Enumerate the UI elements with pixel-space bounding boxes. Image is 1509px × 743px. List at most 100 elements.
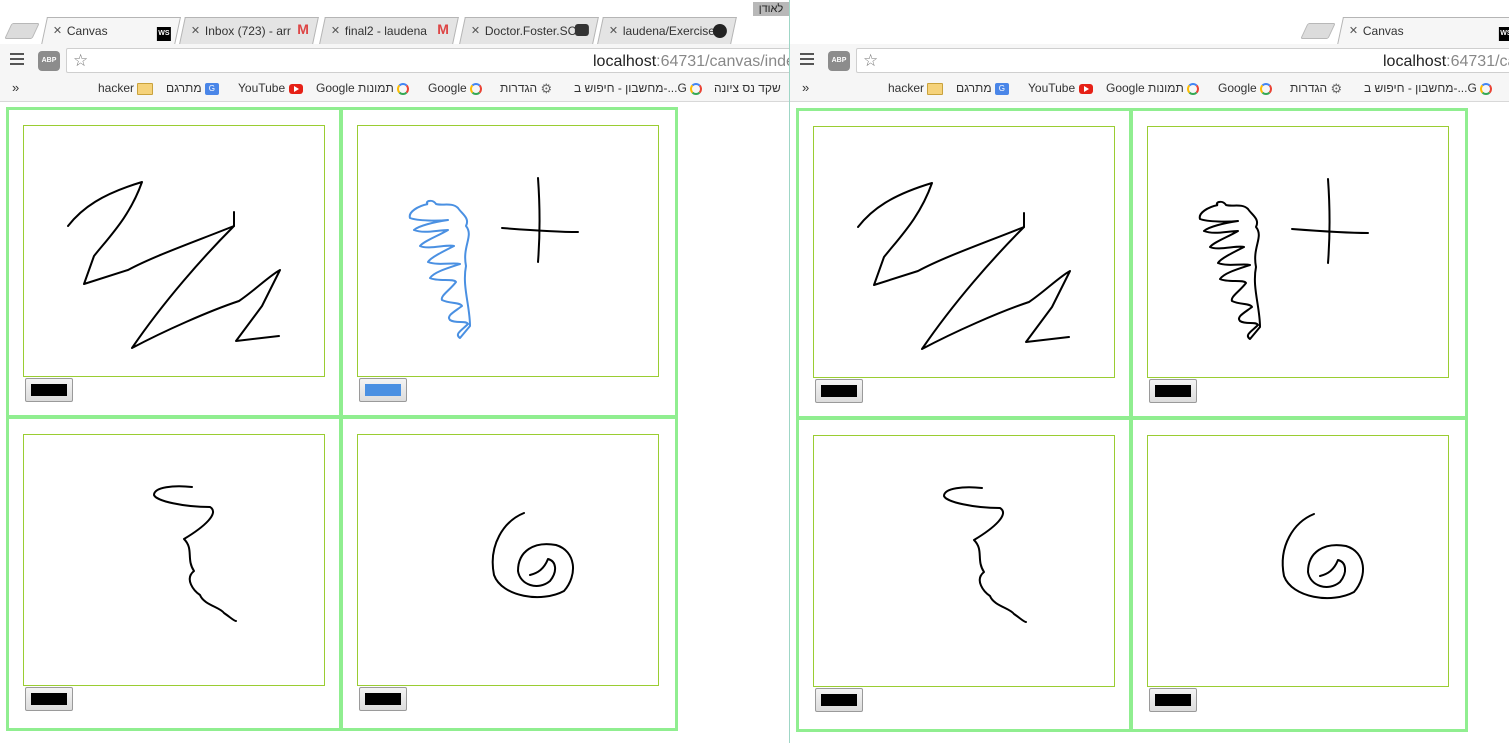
tab-inbox[interactable]: ✕ Inbox (723) - arr M [179, 17, 319, 44]
color-picker-button[interactable] [815, 379, 863, 403]
bookmark-settings[interactable]: הגדרות ⚙ [500, 81, 552, 97]
drawing-strokes [153, 485, 237, 622]
color-picker-button[interactable] [25, 687, 73, 711]
close-icon[interactable]: ✕ [471, 24, 480, 37]
youtube-icon [1078, 83, 1093, 94]
bookmark-settings[interactable]: הגדרות ⚙ [1290, 81, 1342, 97]
bookmarks-bar: » hacker מתרגם G YouTube Google תמונות G… [790, 77, 1509, 102]
color-picker-button[interactable] [359, 687, 407, 711]
drawing-strokes [408, 177, 579, 339]
tab-doctor-foster[interactable]: ✕ Doctor.Foster.SC [459, 17, 599, 44]
drawing-canvas[interactable] [357, 125, 659, 377]
google-icon [1260, 82, 1273, 95]
drawing-canvas[interactable] [1147, 435, 1449, 687]
bookmark-google-images[interactable]: Google תמונות [316, 81, 410, 95]
color-swatch [31, 384, 67, 396]
color-swatch [365, 693, 401, 705]
drawing-canvas[interactable] [23, 125, 325, 377]
url-text: localhost:64731/canvas/inde [593, 53, 789, 70]
star-icon[interactable]: ☆ [863, 51, 878, 71]
webstorm-icon: WS [1498, 24, 1509, 41]
bookmark-hacker[interactable]: hacker [98, 81, 154, 95]
bookmark-translator[interactable]: מתרגם G [956, 81, 1009, 95]
close-icon[interactable]: ✕ [191, 24, 200, 37]
bookmark-youtube[interactable]: YouTube [238, 81, 303, 95]
folder-icon [927, 82, 944, 95]
bookmark-translator[interactable]: מתרגם G [166, 81, 219, 95]
color-picker-button[interactable] [25, 378, 73, 402]
new-tab-button[interactable] [4, 23, 40, 39]
tab-title: final2 - laudena [344, 24, 427, 38]
webstorm-icon: WS [156, 24, 171, 41]
canvas-cell [6, 416, 342, 731]
canvas-grid [6, 107, 678, 731]
tab-canvas[interactable]: ✕ Canvas WS [41, 17, 181, 45]
gear-icon: ⚙ [1330, 81, 1343, 96]
page-content [0, 102, 789, 743]
tab-github[interactable]: ✕ laudena/Exercise [597, 17, 737, 44]
drawing-canvas[interactable] [1147, 126, 1449, 378]
color-picker-button[interactable] [1149, 688, 1197, 712]
color-swatch [821, 694, 857, 706]
google-icon [470, 82, 483, 95]
google-icon [690, 82, 703, 95]
canvas-cell [796, 108, 1132, 419]
close-icon[interactable]: ✕ [609, 24, 618, 37]
drawing-strokes [943, 486, 1027, 623]
tab-title: Canvas [66, 24, 108, 38]
gmail-icon: M [297, 21, 309, 37]
chevron-icon[interactable]: » [802, 80, 809, 95]
bookmark-google[interactable]: Google [428, 81, 483, 95]
color-swatch [1155, 385, 1191, 397]
color-picker-button[interactable] [359, 378, 407, 402]
canvas-cell [1130, 417, 1468, 732]
bookmark-calculator[interactable]: מחשבון - חיפוש ב-...G [574, 81, 703, 95]
drawing-canvas[interactable] [23, 434, 325, 686]
gear-icon: ⚙ [540, 81, 553, 96]
canvas-grid [796, 107, 1468, 732]
drawing-canvas[interactable] [813, 435, 1115, 687]
github-icon [712, 24, 727, 41]
canvas-cell [340, 107, 678, 418]
bookmark-hacker[interactable]: hacker [888, 81, 944, 95]
gmail-icon: M [437, 21, 449, 37]
tab-canvas[interactable]: ✕ Canvas WS [1337, 17, 1509, 45]
close-icon[interactable]: ✕ [53, 24, 62, 37]
tab-title: Canvas [1362, 24, 1404, 38]
tab-title: Inbox (723) - arr [204, 24, 291, 38]
color-swatch [365, 384, 401, 396]
drawing-canvas[interactable] [813, 126, 1115, 378]
drawing-canvas[interactable] [357, 434, 659, 686]
canvas-cell [796, 417, 1132, 732]
bookmarks-bar: » hacker מתרגם G YouTube Google תמונות G… [0, 77, 789, 102]
color-swatch [1155, 694, 1191, 706]
drawing-strokes [1281, 513, 1365, 599]
color-picker-button[interactable] [1149, 379, 1197, 403]
menu-icon[interactable] [10, 53, 24, 67]
toolbar: ABP ☆ localhost:64731/ca [790, 44, 1509, 78]
color-swatch [31, 693, 67, 705]
close-icon[interactable]: ✕ [1349, 24, 1358, 37]
translate-icon: G [204, 82, 219, 95]
translate-icon: G [994, 82, 1009, 95]
tab-bar: ✕ Canvas WS [790, 0, 1509, 45]
tab-final2[interactable]: ✕ final2 - laudena M [319, 17, 459, 44]
address-bar[interactable]: ☆ localhost:64731/canvas/inde [66, 48, 789, 73]
browser-window-right: ✕ Canvas WS ABP ☆ localhost:64731/ca » hac… [790, 0, 1509, 743]
adblock-icon[interactable]: ABP [38, 51, 60, 71]
adblock-icon[interactable]: ABP [828, 51, 850, 71]
bookmark-shaked[interactable]: שקד נס ציונה [714, 81, 781, 95]
star-icon[interactable]: ☆ [73, 51, 88, 71]
bookmark-calculator[interactable]: מחשבון - חיפוש ב-...G [1364, 81, 1493, 95]
bookmark-youtube[interactable]: YouTube [1028, 81, 1093, 95]
bookmark-google-images[interactable]: Google תמונות [1106, 81, 1200, 95]
address-bar[interactable]: ☆ localhost:64731/ca [856, 48, 1509, 73]
color-picker-button[interactable] [815, 688, 863, 712]
menu-icon[interactable] [800, 53, 814, 67]
close-icon[interactable]: ✕ [331, 24, 340, 37]
new-tab-button[interactable] [1300, 23, 1336, 39]
url-text: localhost:64731/ca [1383, 53, 1509, 70]
chevron-icon[interactable]: » [12, 80, 19, 95]
bookmark-google[interactable]: Google [1218, 81, 1273, 95]
canvas-cell [6, 107, 342, 418]
